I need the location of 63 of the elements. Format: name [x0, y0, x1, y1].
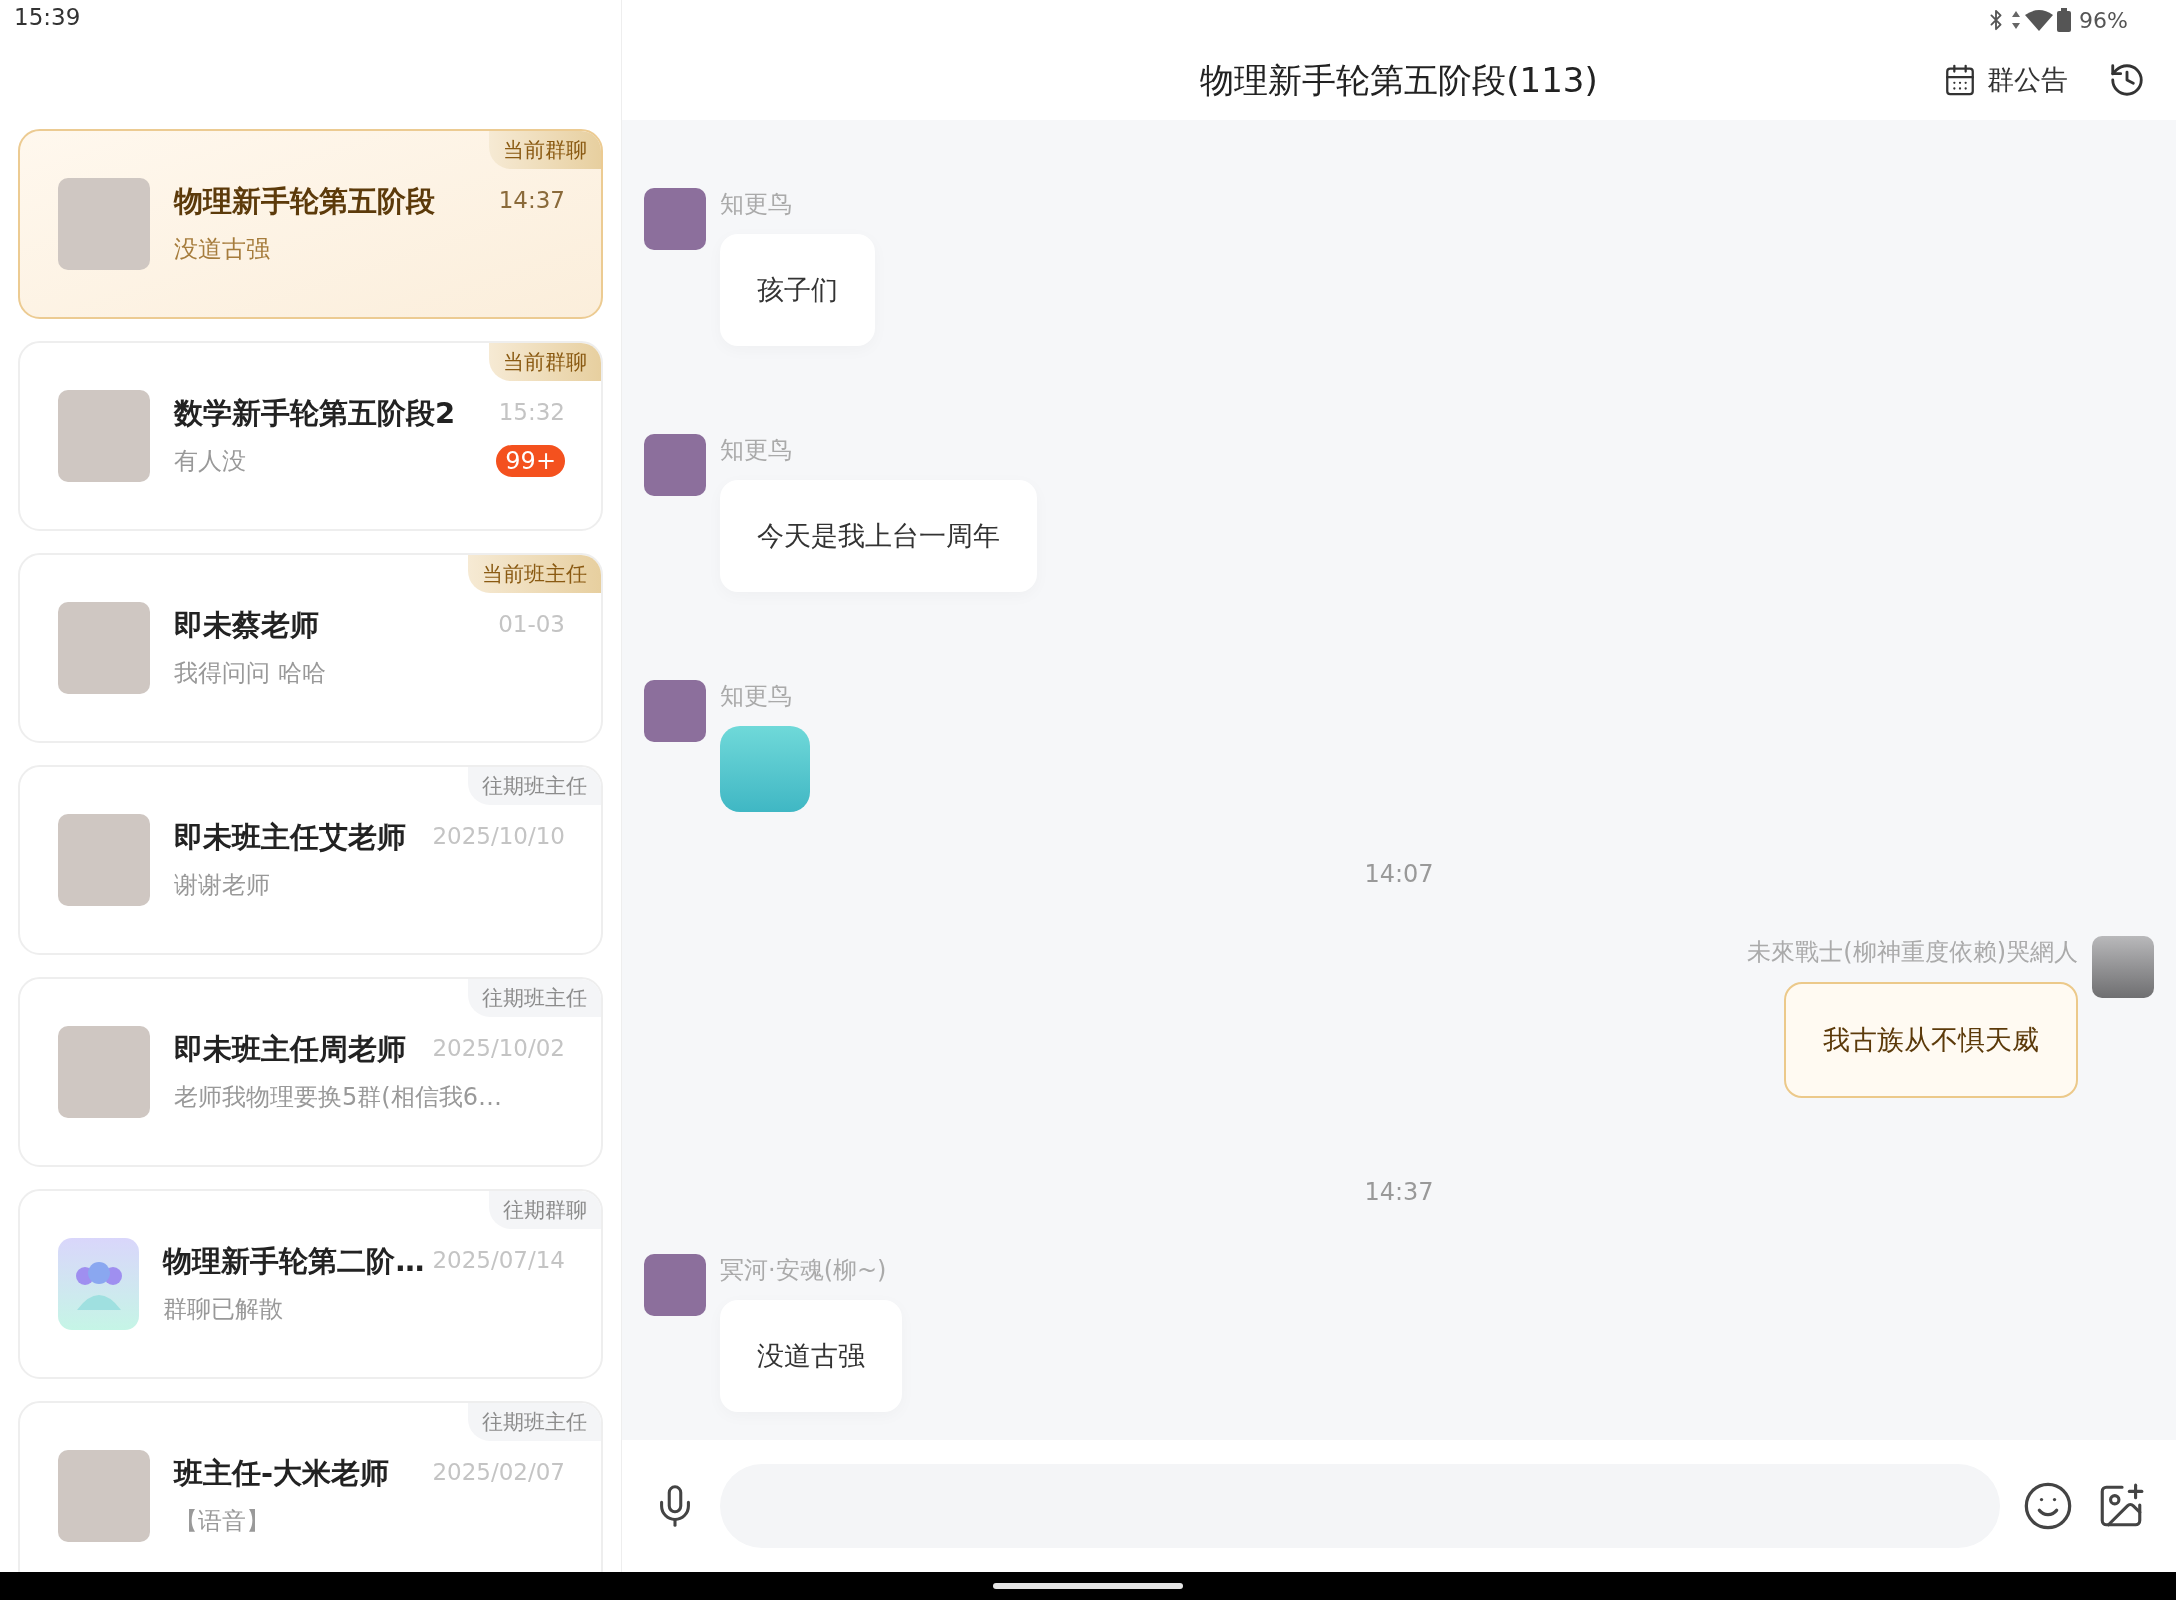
message-bubble: 孩子们: [720, 234, 875, 346]
data-arrows-icon: [2011, 9, 2022, 31]
conversation-tag: 往期群聊: [489, 1190, 601, 1229]
wifi-icon: [2025, 9, 2054, 31]
sender-avatar: [644, 188, 706, 250]
conversation-time: 2025/10/02: [432, 1034, 565, 1064]
history-icon[interactable]: [2108, 61, 2146, 99]
sender-name: 知更鸟: [720, 681, 792, 712]
sender-name: 知更鸟: [720, 435, 792, 466]
sender-avatar: [2092, 936, 2154, 998]
conversation-time: 2025/10/10: [432, 822, 565, 852]
conversation-tag: 往期班主任: [468, 1402, 601, 1441]
conversation-title: 即未班主任周老师: [174, 1030, 407, 1068]
conversation-time: 2025/02/07: [432, 1458, 565, 1488]
conversation-tag: 往期班主任: [468, 978, 601, 1017]
sender-avatar: [644, 680, 706, 742]
message-preview: 谢谢老师: [174, 869, 271, 901]
conversation-card[interactable]: 往期班主任 即未班主任周老师 2025/10/02 老师我物理要换5群(相信我6…: [18, 976, 603, 1167]
message-preview: 老师我物理要换5群(相信我6…: [174, 1081, 503, 1113]
conversation-title: 数学新手轮第五阶段2: [174, 394, 457, 432]
conversation-card[interactable]: 当前群聊 物理新手轮第五阶段 14:37 没道古强: [18, 128, 603, 319]
message-preview: 没道古强: [174, 233, 271, 265]
message-preview: 我得问问 哈哈: [174, 657, 327, 689]
conversation-time: 14:37: [498, 186, 565, 216]
sender-avatar: [644, 434, 706, 496]
battery-icon: [2057, 8, 2072, 32]
conversation-tag: 往期班主任: [468, 766, 601, 805]
conversation-card[interactable]: 往期班主任 班主任-大米老师 2025/02/07 【语音】: [18, 1400, 603, 1572]
conversation-tag: 当前班主任: [468, 554, 601, 593]
message-preview: 群聊已解散: [163, 1293, 285, 1325]
conversation-card[interactable]: 当前群聊 数学新手轮第五阶段2 15:32 有人没 99+: [18, 340, 603, 531]
conversation-title: 物理新手轮第二阶…: [163, 1242, 425, 1280]
conversation-title: 班主任-大米老师: [174, 1454, 391, 1492]
chat-title: 物理新手轮第五阶段(113): [1200, 58, 1598, 102]
conversation-title: 即未蔡老师: [174, 606, 320, 644]
announcement-button[interactable]: 群公告: [1943, 59, 2068, 101]
sender-name: 知更鸟: [720, 189, 792, 220]
message-bubble: 没道古强: [720, 1300, 902, 1412]
message-bubble: 我古族从不惧天威: [1784, 982, 2078, 1098]
sender-avatar: [644, 1254, 706, 1316]
time-divider: 14:07: [1364, 859, 1434, 890]
conversation-tag: 当前群聊: [489, 130, 601, 169]
conversation-card[interactable]: 往期群聊 物理新手轮第二阶… 2025/07/14 群聊已解散: [18, 1188, 603, 1379]
sender-name: 冥河·安魂(柳~): [720, 1255, 887, 1286]
message-preview: 【语音】: [174, 1505, 271, 1537]
message-bubble: 今天是我上台一周年: [720, 480, 1037, 592]
conversation-card[interactable]: 往期班主任 即未班主任艾老师 2025/10/10 谢谢老师: [18, 764, 603, 955]
conversation-time: 01-03: [498, 610, 565, 640]
sender-name: 未來戰士(柳神重度依赖)哭網人: [1747, 937, 2078, 968]
time-divider: 14:37: [1364, 1177, 1434, 1208]
conversation-tag: 当前群聊: [489, 342, 601, 381]
emoji-icon[interactable]: [2022, 1480, 2074, 1532]
message-preview: 有人没: [174, 445, 247, 477]
conversation-time: 2025/07/14: [432, 1246, 565, 1276]
calendar-icon: [1943, 63, 1977, 97]
unread-badge: 99+: [496, 444, 565, 477]
conversation-title: 物理新手轮第五阶段: [174, 182, 436, 220]
group-avatar-icon: [58, 1237, 140, 1330]
status-time: 15:39: [14, 3, 81, 32]
conversation-card[interactable]: 当前班主任 即未蔡老师 01-03 我得问问 哈哈: [18, 552, 603, 743]
conversation-time: 15:32: [498, 398, 565, 428]
battery-level: 96%: [2079, 6, 2128, 35]
conversation-title: 即未班主任艾老师: [174, 818, 407, 856]
